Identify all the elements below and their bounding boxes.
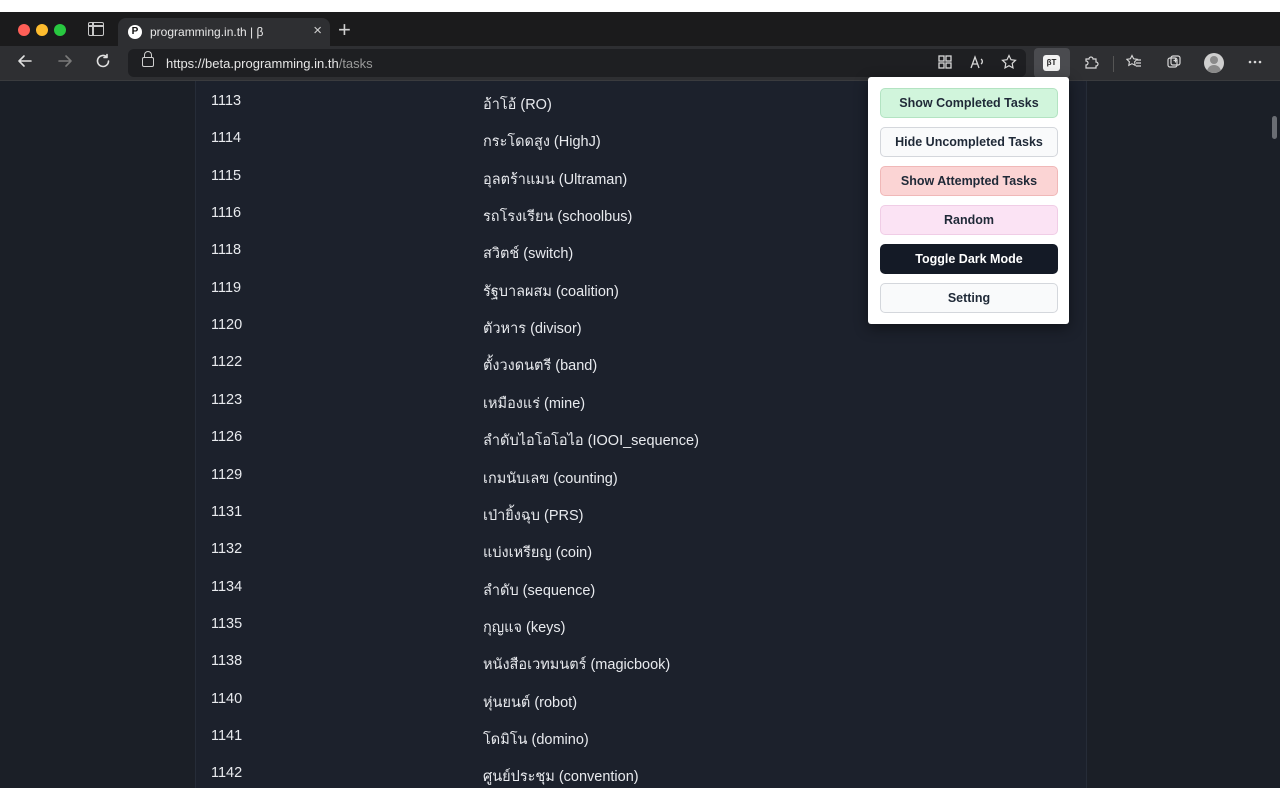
task-row[interactable]: 1135 กุญแจ (keys) bbox=[196, 610, 1086, 647]
task-id: 1116 bbox=[211, 205, 242, 222]
task-row[interactable]: 1142 ศูนย์ประชุม (convention) bbox=[196, 759, 1086, 788]
task-name-link[interactable]: หุ่นยนต์ (robot) bbox=[483, 691, 577, 714]
task-id: 1141 bbox=[211, 727, 243, 744]
forward-icon[interactable] bbox=[54, 52, 76, 74]
task-name-link[interactable]: สวิตช์ (switch) bbox=[483, 242, 573, 265]
task-id: 1123 bbox=[211, 391, 243, 408]
task-id: 1142 bbox=[211, 765, 243, 782]
extension-popup: Show Completed Tasks Hide Uncompleted Ta… bbox=[868, 77, 1069, 324]
task-row[interactable]: 1140 หุ่นยนต์ (robot) bbox=[196, 685, 1086, 722]
task-name-link[interactable]: ลำดับไอโอโอไอ (IOOI_sequence) bbox=[483, 429, 699, 452]
task-name-link[interactable]: อ้าโอ้ (RO) bbox=[483, 93, 552, 116]
task-row[interactable]: 1134 ลำดับ (sequence) bbox=[196, 573, 1086, 610]
reload-icon[interactable] bbox=[92, 52, 114, 74]
maximize-window-button[interactable] bbox=[54, 24, 66, 36]
task-row[interactable]: 1131 เป่ายิ้งฉุบ (PRS) bbox=[196, 498, 1086, 535]
minimize-window-button[interactable] bbox=[36, 24, 48, 36]
task-name-link[interactable]: เหมืองแร่ (mine) bbox=[483, 392, 585, 415]
task-id: 1119 bbox=[211, 279, 242, 296]
task-name-link[interactable]: ลำดับ (sequence) bbox=[483, 579, 595, 602]
task-id: 1114 bbox=[211, 130, 242, 147]
task-name-link[interactable]: หนังสือเวทมนตร์ (magicbook) bbox=[483, 653, 670, 676]
task-row[interactable]: 1138 หนังสือเวทมนตร์ (magicbook) bbox=[196, 647, 1086, 684]
random-button[interactable]: Random bbox=[880, 205, 1058, 235]
task-row[interactable]: 1141 โดมิโน (domino) bbox=[196, 722, 1086, 759]
toolbar-divider bbox=[1113, 56, 1114, 72]
tab-close-icon[interactable]: × bbox=[313, 23, 322, 39]
task-id: 1138 bbox=[211, 653, 243, 670]
hide-uncompleted-tasks-button[interactable]: Hide Uncompleted Tasks bbox=[880, 127, 1058, 157]
task-id: 1134 bbox=[211, 578, 243, 595]
new-tab-button[interactable]: + bbox=[338, 19, 351, 41]
page-content: 1113 อ้าโอ้ (RO) 1114 กระโดดสูง (HighJ) 1115… bbox=[0, 81, 1280, 788]
task-row[interactable]: 1132 แบ่งเหรียญ (coin) bbox=[196, 535, 1086, 572]
apps-grid-icon[interactable] bbox=[936, 54, 954, 72]
task-name-link[interactable]: ตัวหาร (divisor) bbox=[483, 317, 582, 340]
task-name-link[interactable]: เป่ายิ้งฉุบ (PRS) bbox=[483, 504, 583, 527]
extension-badge-icon: βT bbox=[1043, 55, 1060, 71]
task-name-link[interactable]: รัฐบาลผสม (coalition) bbox=[483, 280, 619, 303]
task-name-link[interactable]: แบ่งเหรียญ (coin) bbox=[483, 541, 592, 564]
task-id: 1129 bbox=[211, 466, 243, 483]
task-name-link[interactable]: ตั้งวงดนตรี (band) bbox=[483, 354, 597, 377]
lock-icon[interactable] bbox=[142, 51, 154, 67]
browser-toolbar: https://beta.programming.in.th/tasks βT bbox=[0, 46, 1280, 81]
url-text: https://beta.programming.in.th/tasks bbox=[166, 56, 373, 71]
task-row[interactable]: 1126 ลำดับไอโอโอไอ (IOOI_sequence) bbox=[196, 423, 1086, 460]
tab-strip: P programming.in.th | β × + bbox=[0, 12, 1280, 46]
task-id: 1131 bbox=[211, 503, 243, 520]
favicon-icon: P bbox=[128, 25, 142, 39]
show-completed-tasks-button[interactable]: Show Completed Tasks bbox=[880, 88, 1058, 118]
browser-window: P programming.in.th | β × + https://beta… bbox=[0, 12, 1280, 788]
task-id: 1113 bbox=[211, 93, 242, 109]
task-name-link[interactable]: โดมิโน (domino) bbox=[483, 728, 589, 751]
task-id: 1132 bbox=[211, 541, 243, 558]
task-row[interactable]: 1122 ตั้งวงดนตรี (band) bbox=[196, 348, 1086, 385]
toggle-dark-mode-button[interactable]: Toggle Dark Mode bbox=[880, 244, 1058, 274]
task-name-link[interactable]: อุลตร้าแมน (Ultraman) bbox=[483, 168, 627, 191]
setting-button[interactable]: Setting bbox=[880, 283, 1058, 313]
collections-icon[interactable] bbox=[1165, 54, 1183, 72]
tab-title: programming.in.th | β bbox=[150, 25, 264, 39]
task-row[interactable]: 1123 เหมืองแร่ (mine) bbox=[196, 386, 1086, 423]
more-menu-icon[interactable] bbox=[1246, 54, 1264, 72]
task-id: 1140 bbox=[211, 690, 243, 707]
task-name-link[interactable]: ศูนย์ประชุม (convention) bbox=[483, 765, 639, 788]
task-id: 1135 bbox=[211, 615, 243, 632]
task-name-link[interactable]: กุญแจ (keys) bbox=[483, 616, 565, 639]
extension-button-active[interactable]: βT bbox=[1034, 48, 1070, 78]
close-window-button[interactable] bbox=[18, 24, 30, 36]
task-id: 1120 bbox=[211, 317, 243, 334]
url-path: /tasks bbox=[338, 56, 373, 71]
read-aloud-icon[interactable] bbox=[968, 54, 986, 72]
task-row[interactable]: 1129 เกมนับเลข (counting) bbox=[196, 461, 1086, 498]
scrollbar[interactable] bbox=[1272, 116, 1277, 139]
extensions-puzzle-icon[interactable] bbox=[1082, 54, 1100, 72]
back-icon[interactable] bbox=[14, 52, 36, 74]
tab-actions-icon[interactable] bbox=[88, 22, 104, 36]
address-bar[interactable]: https://beta.programming.in.th/tasks bbox=[128, 49, 1026, 77]
profile-avatar[interactable] bbox=[1204, 53, 1224, 73]
task-id: 1115 bbox=[211, 167, 242, 184]
show-attempted-tasks-button[interactable]: Show Attempted Tasks bbox=[880, 166, 1058, 196]
url-host: https://beta.programming.in.th bbox=[166, 56, 339, 71]
task-id: 1118 bbox=[211, 242, 242, 259]
favorites-icon[interactable] bbox=[1125, 54, 1143, 72]
task-name-link[interactable]: รถโรงเรียน (schoolbus) bbox=[483, 205, 632, 228]
add-favorite-icon[interactable] bbox=[1000, 54, 1018, 72]
task-name-link[interactable]: เกมนับเลข (counting) bbox=[483, 467, 618, 490]
task-id: 1122 bbox=[211, 354, 243, 371]
task-id: 1126 bbox=[211, 429, 243, 446]
tab-active[interactable]: P programming.in.th | β × bbox=[118, 18, 330, 46]
task-name-link[interactable]: กระโดดสูง (HighJ) bbox=[483, 130, 601, 153]
